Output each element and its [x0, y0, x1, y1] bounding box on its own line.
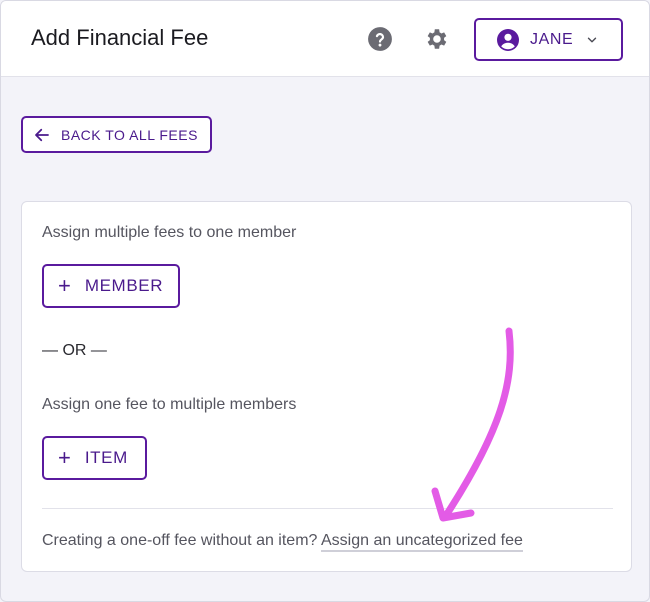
uncategorized-fee-prompt: Creating a one-off fee without an item?: [42, 532, 318, 549]
chevron-down-icon: [587, 37, 597, 43]
help-button[interactable]: [366, 25, 394, 53]
help-circle-icon: [368, 27, 392, 51]
item-section-description: Assign one fee to multiple members: [42, 396, 297, 413]
page-title: Add Financial Fee: [31, 25, 209, 50]
user-menu-button[interactable]: JANE: [474, 18, 623, 61]
fee-assignment-card: Assign multiple fees to one member + MEM…: [21, 201, 632, 572]
top-bar: Add Financial Fee JANE: [1, 1, 649, 77]
or-separator: — OR —: [42, 342, 107, 359]
user-name: JANE: [530, 30, 574, 48]
add-item-button-label: ITEM: [84, 448, 128, 467]
settings-button[interactable]: [422, 25, 450, 53]
arrow-left-icon: [35, 128, 49, 141]
member-section-description: Assign multiple fees to one member: [42, 224, 297, 241]
app-frame: Add Financial Fee JANE BACK TO ALL FEES …: [0, 0, 650, 602]
add-member-button-label: MEMBER: [84, 276, 164, 295]
plus-icon: +: [58, 445, 71, 470]
back-button-label: BACK TO ALL FEES: [61, 126, 198, 143]
card-divider: [42, 508, 613, 509]
back-to-all-fees-button[interactable]: BACK TO ALL FEES: [21, 116, 212, 153]
assign-uncategorized-fee-link[interactable]: Assign an uncategorized fee: [321, 532, 523, 552]
plus-icon: +: [58, 273, 71, 298]
account-circle-icon: [497, 28, 519, 51]
uncategorized-fee-footer: Creating a one-off fee without an item? …: [42, 532, 523, 552]
gear-icon: [427, 29, 447, 49]
add-member-button[interactable]: + MEMBER: [42, 264, 180, 308]
add-item-button[interactable]: + ITEM: [42, 436, 147, 480]
